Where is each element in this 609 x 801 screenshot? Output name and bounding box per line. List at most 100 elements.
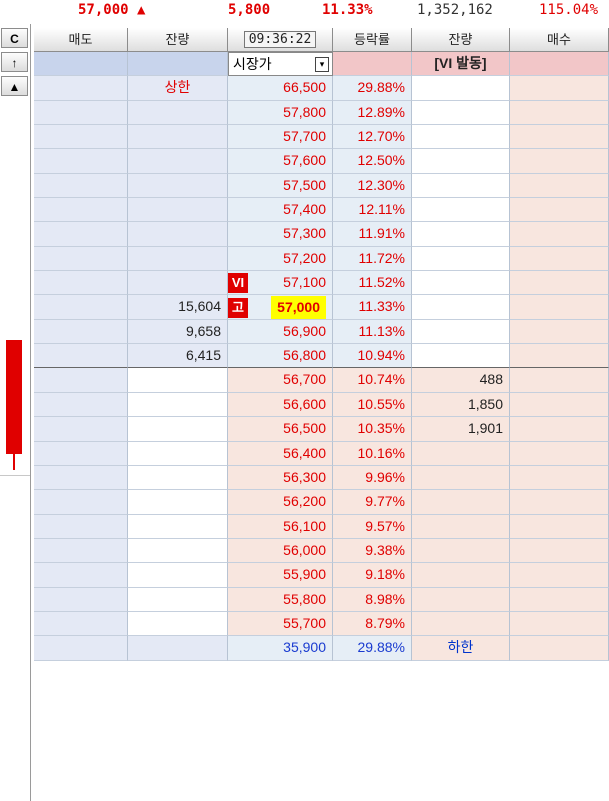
sell-cell[interactable]	[34, 465, 128, 491]
header-buy-qty[interactable]: 잔량	[412, 28, 510, 52]
ask-rate: 11.33%	[333, 295, 412, 320]
bid-price[interactable]: 56,600	[228, 392, 333, 418]
bid-price[interactable]: 56,100	[228, 514, 333, 539]
buy-cell[interactable]	[510, 76, 609, 101]
header-buy[interactable]: 매수	[510, 28, 609, 52]
bid-row: 55,800 8.98%	[34, 587, 609, 612]
sell-cell[interactable]	[34, 344, 128, 369]
sell-cell[interactable]	[34, 587, 128, 612]
buy-cell[interactable]	[510, 198, 609, 223]
bid-row: 56,600 10.55% 1,850	[34, 392, 609, 418]
sell-cell[interactable]	[34, 198, 128, 223]
bid-price[interactable]: 55,900	[228, 563, 333, 588]
bid-price[interactable]: 56,700	[228, 368, 333, 393]
sell-cell[interactable]	[34, 100, 128, 126]
sellqty-empty-cell	[128, 392, 228, 418]
bid-qty: 1,850	[412, 392, 510, 418]
bid-row: 56,700 10.74% 488	[34, 368, 609, 393]
header-sell-qty[interactable]: 잔량	[128, 28, 228, 52]
sell-cell[interactable]	[34, 271, 128, 296]
top-sellqty-cell	[128, 52, 228, 77]
sell-cell[interactable]	[34, 246, 128, 272]
header-time[interactable]: 09:36:22	[228, 28, 333, 52]
lower-limit-price[interactable]: 35,900	[228, 636, 333, 661]
sell-cell[interactable]	[34, 76, 128, 101]
sell-cell[interactable]	[34, 149, 128, 174]
buy-cell[interactable]	[510, 417, 609, 442]
triangle-up-button[interactable]: ▲	[1, 76, 28, 96]
buy-cell[interactable]	[510, 538, 609, 564]
sell-cell[interactable]	[34, 125, 128, 150]
sellqty-empty-cell	[128, 611, 228, 637]
sell-cell[interactable]	[34, 417, 128, 442]
bid-price[interactable]: 55,800	[228, 587, 333, 612]
header-rate[interactable]: 등락률	[333, 28, 412, 52]
buy-cell[interactable]	[510, 319, 609, 345]
bid-qty	[412, 587, 510, 612]
sell-cell[interactable]	[34, 611, 128, 637]
chevron-down-icon[interactable]: ▾	[315, 57, 329, 72]
bid-price[interactable]: 56,000	[228, 538, 333, 564]
sell-cell[interactable]	[34, 319, 128, 345]
bid-price[interactable]: 55,700	[228, 611, 333, 637]
buy-cell[interactable]	[510, 514, 609, 539]
bid-price[interactable]: 56,400	[228, 441, 333, 466]
c-button[interactable]: C	[1, 28, 28, 48]
ask-price-cell[interactable]: 57,500	[228, 173, 333, 199]
ask-price-cell[interactable]: 57,300	[228, 222, 333, 247]
buy-cell[interactable]	[510, 563, 609, 588]
buy-cell[interactable]	[510, 149, 609, 174]
sell-cell[interactable]	[34, 490, 128, 515]
buy-cell[interactable]	[510, 344, 609, 369]
ask-price-cell[interactable]: 56,900	[228, 319, 333, 345]
bid-rate: 9.57%	[333, 514, 412, 539]
sell-cell[interactable]	[34, 538, 128, 564]
buy-cell[interactable]	[510, 125, 609, 150]
order-type-row: 시장가 ▾ [VI 발동]	[34, 52, 609, 77]
sell-cell[interactable]	[34, 392, 128, 418]
buy-cell[interactable]	[510, 271, 609, 296]
sell-cell[interactable]	[34, 563, 128, 588]
lower-limit-row: 35,900 29.88% 하한	[34, 636, 609, 661]
sell-cell[interactable]	[34, 514, 128, 539]
ask-price-cell[interactable]: 56,800	[228, 344, 333, 369]
order-type-select[interactable]: 시장가 ▾	[228, 52, 333, 77]
buy-cell[interactable]	[510, 246, 609, 272]
bid-price[interactable]: 56,200	[228, 490, 333, 515]
ask-row: 57,200 11.72%	[34, 246, 609, 272]
buy-cell[interactable]	[510, 222, 609, 247]
ask-price-cell[interactable]: VI 57,100	[228, 271, 333, 296]
sell-cell[interactable]	[34, 222, 128, 247]
ask-row: 57,500 12.30%	[34, 173, 609, 199]
ask-price: 56,900	[283, 322, 326, 339]
ask-price-cell[interactable]: 57,400	[228, 198, 333, 223]
buy-cell[interactable]	[510, 173, 609, 199]
buy-cell[interactable]	[510, 611, 609, 637]
sell-cell[interactable]	[34, 295, 128, 320]
buy-cell[interactable]	[510, 295, 609, 320]
bid-rate: 10.74%	[333, 368, 412, 393]
buy-cell[interactable]	[510, 465, 609, 491]
buy-cell[interactable]	[510, 441, 609, 466]
ask-price-cell[interactable]: 57,200	[228, 246, 333, 272]
ask-price-cell[interactable]: 57,600	[228, 149, 333, 174]
ask-price-cell[interactable]: 66,500	[228, 76, 333, 101]
scroll-up-button[interactable]: ↑	[1, 52, 28, 72]
ask-price-cell[interactable]: 57,800	[228, 100, 333, 126]
bid-price[interactable]: 56,500	[228, 417, 333, 442]
buy-cell[interactable]	[510, 392, 609, 418]
buy-cell[interactable]	[510, 490, 609, 515]
ask-price-cell[interactable]: 고 57,000	[228, 295, 333, 320]
buy-cell[interactable]	[510, 587, 609, 612]
ask-price: 57,600	[283, 152, 326, 169]
header-sell[interactable]: 매도	[34, 28, 128, 52]
bid-price[interactable]: 56,300	[228, 465, 333, 491]
sell-cell[interactable]	[34, 173, 128, 199]
buy-cell[interactable]	[510, 368, 609, 393]
ask-row: 57,700 12.70%	[34, 125, 609, 150]
buy-cell[interactable]	[510, 100, 609, 126]
sell-cell[interactable]	[34, 441, 128, 466]
bid-row: 56,400 10.16%	[34, 441, 609, 466]
ask-price-cell[interactable]: 57,700	[228, 125, 333, 150]
sell-cell[interactable]	[34, 368, 128, 393]
